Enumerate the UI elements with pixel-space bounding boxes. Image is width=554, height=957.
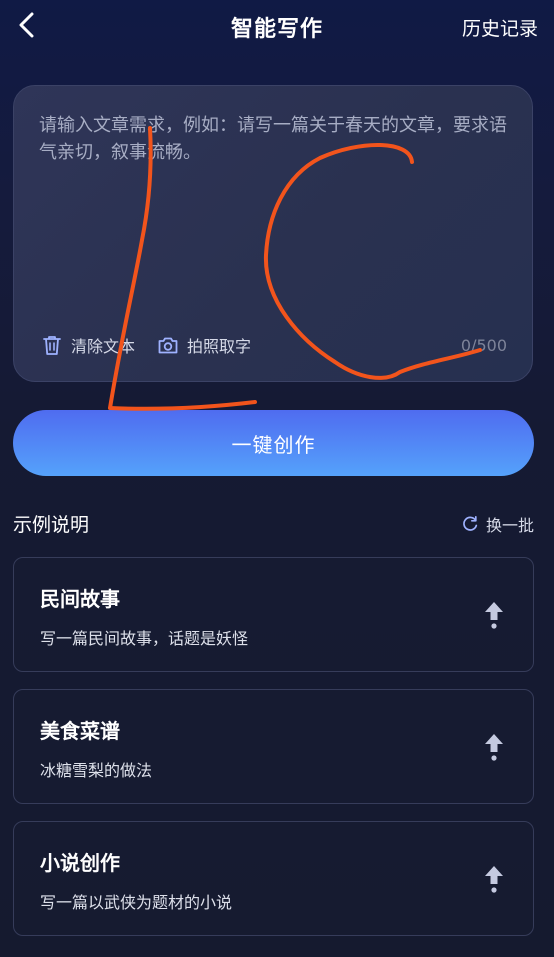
trash-icon [43, 336, 61, 355]
prompt-input[interactable] [39, 112, 507, 312]
example-card-novel[interactable]: 小说创作 写一篇以武侠为题材的小说 [13, 821, 534, 936]
refresh-examples-button[interactable]: 换一批 [461, 512, 534, 536]
clear-text-button[interactable]: 清除文本 [41, 333, 135, 357]
upload-arrow-icon[interactable] [483, 864, 505, 894]
example-card-folk-tale[interactable]: 民间故事 写一篇民间故事，话题是妖怪 [13, 557, 534, 672]
input-toolbar: 清除文本 拍照取字 [41, 332, 273, 358]
example-description: 写一篇以武侠为题材的小说 [40, 893, 233, 912]
examples-section-title: 示例说明 [13, 514, 90, 536]
example-description: 冰糖雪梨的做法 [40, 761, 153, 780]
example-title: 美食菜谱 [40, 719, 120, 743]
prompt-input-card: 清除文本 拍照取字 0/500 [13, 85, 533, 382]
camera-icon [158, 337, 178, 354]
generate-button[interactable]: 一键创作 [13, 410, 534, 476]
header: 智能写作 历史记录 [0, 0, 554, 56]
example-title: 小说创作 [40, 851, 120, 875]
example-description: 写一篇民间故事，话题是妖怪 [40, 629, 249, 648]
clear-text-label: 清除文本 [71, 337, 136, 356]
refresh-icon [463, 515, 478, 531]
photo-ocr-label: 拍照取字 [187, 337, 252, 356]
example-title: 民间故事 [40, 587, 120, 611]
refresh-examples-label: 换一批 [485, 516, 534, 535]
char-counter: 0/500 [460, 336, 507, 355]
example-card-recipe[interactable]: 美食菜谱 冰糖雪梨的做法 [13, 689, 534, 804]
upload-arrow-icon[interactable] [483, 732, 505, 762]
photo-ocr-button[interactable]: 拍照取字 [157, 333, 251, 357]
upload-arrow-icon[interactable] [483, 600, 505, 630]
history-button[interactable]: 历史记录 [462, 14, 538, 41]
